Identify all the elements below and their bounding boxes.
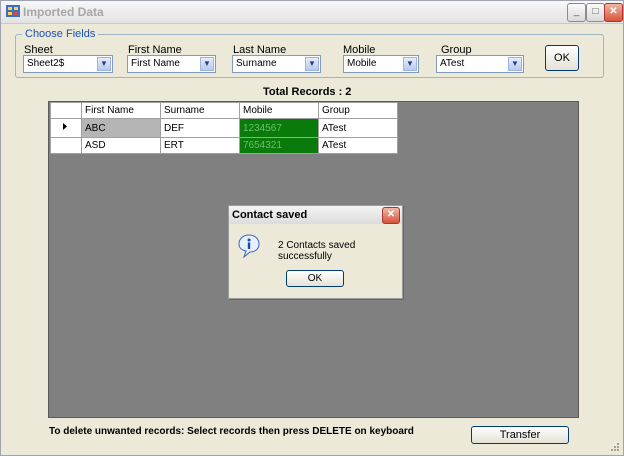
contact-saved-dialog: Contact saved ✕ 2 Contacts saved success… [228, 205, 403, 299]
dialog-message: 2 Contacts saved successfully [278, 240, 356, 262]
row-header[interactable] [50, 118, 82, 138]
info-icon [238, 234, 260, 258]
cell[interactable]: 1234567 [239, 118, 319, 138]
main-window: Imported Data _ □ ✕ Choose Fields Sheet … [0, 0, 624, 456]
column-header[interactable]: First Name [81, 102, 161, 119]
dropdown-arrow-icon[interactable]: ▼ [200, 57, 214, 71]
size-grip-icon[interactable] [610, 442, 620, 452]
cell[interactable]: ATest [318, 118, 398, 138]
table-row[interactable]: ASD ERT 7654321 ATest [50, 137, 398, 154]
group-combo[interactable]: ATest ▼ [436, 55, 524, 73]
first-name-combo[interactable]: First Name ▼ [127, 55, 216, 73]
window-title: Imported Data [23, 5, 104, 19]
column-header[interactable]: Mobile [239, 102, 319, 119]
mobile-combo[interactable]: Mobile ▼ [343, 55, 419, 73]
total-records: Total Records : 2 [263, 86, 352, 98]
maximize-button[interactable]: □ [586, 3, 605, 22]
dialog-ok-button[interactable]: OK [286, 270, 344, 287]
close-icon[interactable]: ✕ [382, 207, 400, 224]
column-header[interactable]: Group [318, 102, 398, 119]
close-button[interactable]: ✕ [604, 3, 623, 22]
records-table: First Name Surname Mobile Group ABC DEF … [50, 102, 398, 154]
choose-fields-label: Choose Fields [22, 28, 99, 40]
table-row[interactable]: ABC DEF 1234567 ATest [50, 118, 398, 138]
first-name-value: First Name [131, 58, 180, 69]
column-header[interactable]: Surname [160, 102, 240, 119]
cell[interactable]: ABC [81, 118, 161, 138]
app-icon [6, 5, 20, 17]
header-row: First Name Surname Mobile Group [50, 102, 398, 119]
cell[interactable]: ATest [318, 137, 398, 154]
minimize-button[interactable]: _ [567, 3, 586, 22]
mobile-value: Mobile [347, 58, 377, 69]
dropdown-arrow-icon[interactable]: ▼ [305, 57, 319, 71]
transfer-button[interactable]: Transfer [471, 426, 569, 444]
sheet-value: Sheet2$ [27, 58, 65, 69]
dropdown-arrow-icon[interactable]: ▼ [97, 57, 111, 71]
last-name-value: Surname [236, 58, 277, 69]
ok-button[interactable]: OK [545, 45, 579, 71]
row-pointer-icon [63, 123, 67, 130]
grid-corner[interactable] [50, 102, 82, 119]
cell[interactable]: ASD [81, 137, 161, 154]
dropdown-arrow-icon[interactable]: ▼ [508, 57, 522, 71]
dropdown-arrow-icon[interactable]: ▼ [403, 57, 417, 71]
title-bar[interactable]: Imported Data _ □ ✕ [1, 1, 623, 24]
group-value: ATest [440, 58, 465, 69]
cell[interactable]: DEF [160, 118, 240, 138]
sheet-combo[interactable]: Sheet2$ ▼ [23, 55, 113, 73]
cell[interactable]: ERT [160, 137, 240, 154]
dialog-title-bar[interactable]: Contact saved ✕ [229, 206, 402, 224]
delete-instructions: To delete unwanted records: Select recor… [49, 426, 414, 437]
last-name-combo[interactable]: Surname ▼ [232, 55, 321, 73]
cell[interactable]: 7654321 [239, 137, 319, 154]
row-header[interactable] [50, 137, 82, 154]
dialog-title: Contact saved [232, 209, 308, 221]
